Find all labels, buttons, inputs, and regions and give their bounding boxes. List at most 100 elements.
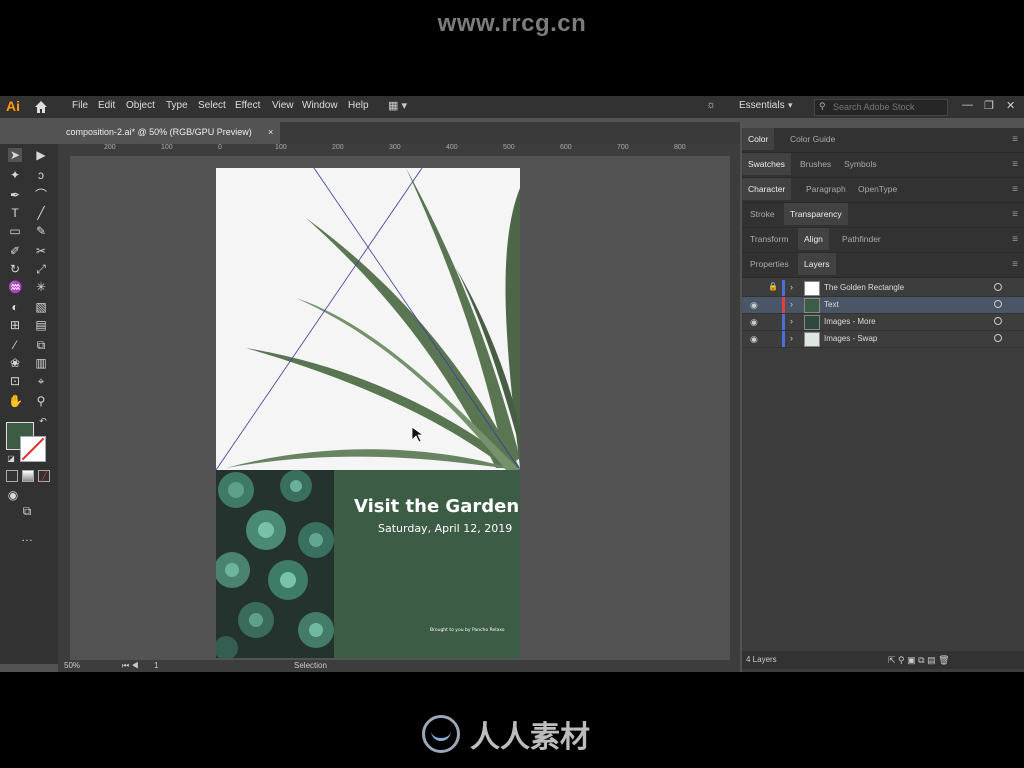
leaves-photo[interactable] xyxy=(216,168,520,471)
layer-row[interactable]: ◉ › Images - Swap xyxy=(742,331,1024,348)
scissors-icon[interactable]: ✂ xyxy=(34,244,48,258)
panel-menu-icon[interactable]: ≡ xyxy=(1012,134,1018,145)
paintbrush-icon[interactable]: ✎ xyxy=(34,224,48,238)
lightbulb-icon[interactable]: ☼ xyxy=(706,99,716,111)
layer-row[interactable]: 🔒 › The Golden Rectangle xyxy=(742,280,1024,297)
chevron-right-icon[interactable]: › xyxy=(790,299,793,309)
warp-tool-icon[interactable]: ♒ xyxy=(8,280,23,294)
target-icon[interactable] xyxy=(994,317,1002,325)
artboard[interactable]: Visit the Garden Saturday, April 12, 201… xyxy=(216,168,520,658)
layer-name[interactable]: Images - Swap xyxy=(824,334,877,343)
tab-transform[interactable]: Transform xyxy=(750,234,788,244)
poster-title[interactable]: Visit the Garden xyxy=(354,496,519,517)
mesh-tool-icon[interactable]: ⊞ xyxy=(8,318,22,332)
succulent-photo[interactable] xyxy=(216,470,334,658)
target-icon[interactable] xyxy=(994,334,1002,342)
menu-select[interactable]: Select xyxy=(198,100,226,111)
screen-mode-icon[interactable]: ⧉ xyxy=(20,504,34,518)
artboard-tool-icon[interactable]: ⊡ xyxy=(8,374,22,388)
artboard-number[interactable]: 1 xyxy=(154,661,158,670)
draw-mode-icon[interactable]: ◉ xyxy=(6,488,20,502)
restore-icon[interactable]: ❐ xyxy=(984,99,994,112)
gradient-tool-icon[interactable]: ▤ xyxy=(34,318,48,332)
type-tool-icon[interactable]: T xyxy=(8,206,22,220)
layer-name[interactable]: Images - More xyxy=(824,317,876,326)
stroke-color-swatch[interactable] xyxy=(20,436,46,462)
color-mode-icon[interactable] xyxy=(6,470,18,482)
zoom-level[interactable]: 50% xyxy=(64,661,80,670)
minimize-icon[interactable]: — xyxy=(962,99,973,111)
column-graph-icon[interactable]: ▥ xyxy=(34,356,48,370)
pen-tool-icon[interactable]: ✒ xyxy=(8,188,22,202)
menu-object[interactable]: Object xyxy=(126,100,155,111)
layer-row[interactable]: ◉ › Text xyxy=(742,297,1024,314)
canvas[interactable]: Visit the Garden Saturday, April 12, 201… xyxy=(70,156,730,664)
gradient-mode-icon[interactable] xyxy=(22,470,34,482)
zoom-tool-icon[interactable]: ⚲ xyxy=(34,394,48,408)
lock-icon[interactable]: 🔒 xyxy=(768,282,778,291)
tab-character[interactable]: Character xyxy=(742,178,792,200)
menu-effect[interactable]: Effect xyxy=(235,100,260,111)
tab-brushes[interactable]: Brushes xyxy=(800,159,831,169)
selection-tool-icon[interactable]: ➤ xyxy=(8,148,22,162)
menu-edit[interactable]: Edit xyxy=(98,100,115,111)
poster-date[interactable]: Saturday, April 12, 2019 xyxy=(378,522,512,535)
poster-credit[interactable]: Brought to you by Pancho Relaxo xyxy=(430,628,505,633)
menu-view[interactable]: View xyxy=(272,100,294,111)
close-window-icon[interactable]: ✕ xyxy=(1006,99,1015,112)
layer-name[interactable]: Text xyxy=(824,300,839,309)
tab-stroke[interactable]: Stroke xyxy=(750,209,775,219)
swap-colors-icon[interactable]: ↶ xyxy=(36,414,50,428)
rotate-tool-icon[interactable]: ↻ xyxy=(8,262,22,276)
layer-actions-icons[interactable]: ⇱ ⚲ ▣ ⧉ ▤ 🗑 xyxy=(888,655,950,666)
slice-tool-icon[interactable]: ⌖ xyxy=(34,374,48,388)
tab-paragraph[interactable]: Paragraph xyxy=(806,184,846,194)
panel-menu-icon[interactable]: ≡ xyxy=(1012,159,1018,170)
chevron-down-icon[interactable]: ▾ xyxy=(788,100,793,111)
tab-properties[interactable]: Properties xyxy=(750,259,789,269)
puppet-warp-icon[interactable]: ✳ xyxy=(34,280,48,294)
text-panel[interactable]: Visit the Garden Saturday, April 12, 201… xyxy=(334,470,520,658)
eye-icon[interactable]: ◉ xyxy=(750,317,758,328)
menu-file[interactable]: File xyxy=(72,100,88,111)
vertical-scrollbar[interactable] xyxy=(730,156,740,664)
layer-name[interactable]: The Golden Rectangle xyxy=(824,283,904,292)
tab-transparency[interactable]: Transparency xyxy=(784,203,848,225)
menu-type[interactable]: Type xyxy=(166,100,188,111)
document-tab[interactable]: composition-2.ai* @ 50% (RGB/GPU Preview… xyxy=(60,122,280,144)
line-tool-icon[interactable]: ╱ xyxy=(34,206,48,220)
perspective-grid-icon[interactable]: ▧ xyxy=(34,300,48,314)
layer-row[interactable]: ◉ › Images - More xyxy=(742,314,1024,331)
rectangle-tool-icon[interactable]: ▭ xyxy=(8,224,22,238)
target-icon[interactable] xyxy=(994,283,1002,291)
tab-opentype[interactable]: OpenType xyxy=(858,184,897,194)
tab-color[interactable]: Color xyxy=(742,128,775,150)
menu-window[interactable]: Window xyxy=(302,100,338,111)
tab-layers[interactable]: Layers xyxy=(798,253,836,275)
eye-icon[interactable]: ◉ xyxy=(750,334,758,345)
arrange-documents-icon[interactable]: ▦ ▾ xyxy=(388,99,407,112)
artboard-nav-icon[interactable]: ⏮ ◀ xyxy=(122,661,139,671)
chevron-right-icon[interactable]: › xyxy=(790,282,793,292)
curvature-tool-icon[interactable]: ⌒ xyxy=(34,188,48,202)
panel-menu-icon[interactable]: ≡ xyxy=(1012,209,1018,220)
tab-pathfinder[interactable]: Pathfinder xyxy=(842,234,881,244)
blend-tool-icon[interactable]: ⧉ xyxy=(34,338,48,352)
eyedropper-icon[interactable]: ⁄ xyxy=(8,338,22,352)
tab-swatches[interactable]: Swatches xyxy=(742,153,791,175)
lasso-icon[interactable]: ↄ xyxy=(34,168,48,182)
tab-symbols[interactable]: Symbols xyxy=(844,159,877,169)
chevron-right-icon[interactable]: › xyxy=(790,316,793,326)
shape-builder-icon[interactable]: ◐ xyxy=(8,300,22,314)
target-icon[interactable] xyxy=(994,300,1002,308)
workspace-switcher[interactable]: Essentials xyxy=(739,100,785,111)
tab-color-guide[interactable]: Color Guide xyxy=(790,134,835,144)
symbol-sprayer-icon[interactable]: ❀ xyxy=(8,356,22,370)
more-tools-icon[interactable]: … xyxy=(20,530,34,544)
magic-wand-icon[interactable]: ✦ xyxy=(8,168,22,182)
panel-menu-icon[interactable]: ≡ xyxy=(1012,184,1018,195)
tab-align[interactable]: Align xyxy=(798,228,829,250)
hand-tool-icon[interactable]: ✋ xyxy=(8,394,23,408)
chevron-right-icon[interactable]: › xyxy=(790,333,793,343)
eye-icon[interactable]: ◉ xyxy=(750,300,758,311)
